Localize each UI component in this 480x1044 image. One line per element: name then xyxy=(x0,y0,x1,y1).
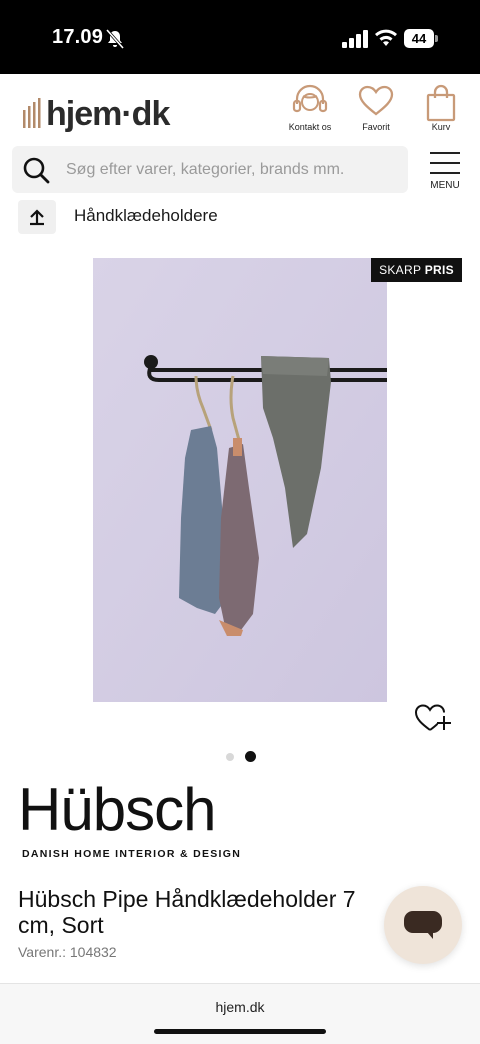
add-to-wishlist-icon[interactable] xyxy=(413,700,453,734)
search-placeholder: Søg efter varer, kategorier, brands mm. xyxy=(66,161,345,178)
site-header: hjem·dk Kontakt os Favorit Kurv xyxy=(0,74,480,146)
search-input[interactable]: Søg efter varer, kategorier, brands mm. xyxy=(12,146,408,193)
breadcrumb-back-button[interactable] xyxy=(18,200,56,234)
hamburger-icon xyxy=(430,152,460,154)
towel-holder-photo xyxy=(93,258,387,702)
arrow-up-back-icon xyxy=(30,209,44,226)
chat-button[interactable] xyxy=(384,886,462,964)
breadcrumb-category-link[interactable]: Håndklædeholdere xyxy=(74,206,218,226)
cart-label: Kurv xyxy=(431,122,451,132)
sale-badge: SKARP PRIS xyxy=(371,258,462,282)
logo-text: hjem·dk xyxy=(46,94,170,133)
badge-prefix: SKARP xyxy=(379,263,422,277)
product-image[interactable] xyxy=(93,258,387,702)
headset-icon xyxy=(292,84,328,113)
browser-bottom-bar: hjem.dk xyxy=(0,983,480,1044)
product-sku: Varenr.: 104832 xyxy=(18,944,117,960)
home-indicator[interactable] xyxy=(154,1029,326,1034)
carousel-dot[interactable] xyxy=(226,753,234,761)
cart-button[interactable]: Kurv xyxy=(411,84,471,132)
favorites-label: Favorit xyxy=(362,122,390,132)
product-title-line1: Hübsch Pipe Håndklædeholder 7 xyxy=(18,886,356,912)
product-title-line2: cm, Sort xyxy=(18,912,104,938)
battery-level: 44 xyxy=(404,29,434,48)
search-row: Søg efter varer, kategorier, brands mm. … xyxy=(0,146,480,206)
menu-button[interactable]: MENU xyxy=(424,152,466,196)
carousel-dots xyxy=(226,751,258,763)
product-title: Hübsch Pipe Håndklædeholder 7 cm, Sort xyxy=(18,886,418,938)
brand-logo[interactable]: Hübsch DANISH HOME INTERIOR & DESIGN xyxy=(18,778,258,862)
contact-button[interactable]: Kontakt os xyxy=(280,84,340,132)
chat-bubble-icon xyxy=(404,911,442,939)
menu-label: MENU xyxy=(430,180,460,191)
status-time: 17.09 xyxy=(52,26,104,48)
site-logo[interactable]: hjem·dk xyxy=(22,94,170,134)
contact-label: Kontakt os xyxy=(288,122,332,132)
status-bar: 17.09 44 xyxy=(0,0,480,74)
heart-icon xyxy=(358,85,394,116)
bell-muted-icon xyxy=(105,29,125,49)
bag-icon xyxy=(426,84,456,122)
wifi-icon xyxy=(375,29,397,46)
signal-icon xyxy=(342,30,368,48)
browser-url[interactable]: hjem.dk xyxy=(0,999,480,1015)
search-icon xyxy=(23,157,50,184)
brand-tagline: DANISH HOME INTERIOR & DESIGN xyxy=(22,848,242,860)
brand-name: Hübsch xyxy=(18,776,216,843)
logo-mark-icon xyxy=(23,98,41,128)
battery-icon: 44 xyxy=(404,29,440,49)
favorites-button[interactable]: Favorit xyxy=(346,84,406,132)
breadcrumb: Håndklædeholdere xyxy=(0,200,480,240)
badge-emphasis: PRIS xyxy=(424,263,454,277)
carousel-dot-active[interactable] xyxy=(245,751,256,762)
